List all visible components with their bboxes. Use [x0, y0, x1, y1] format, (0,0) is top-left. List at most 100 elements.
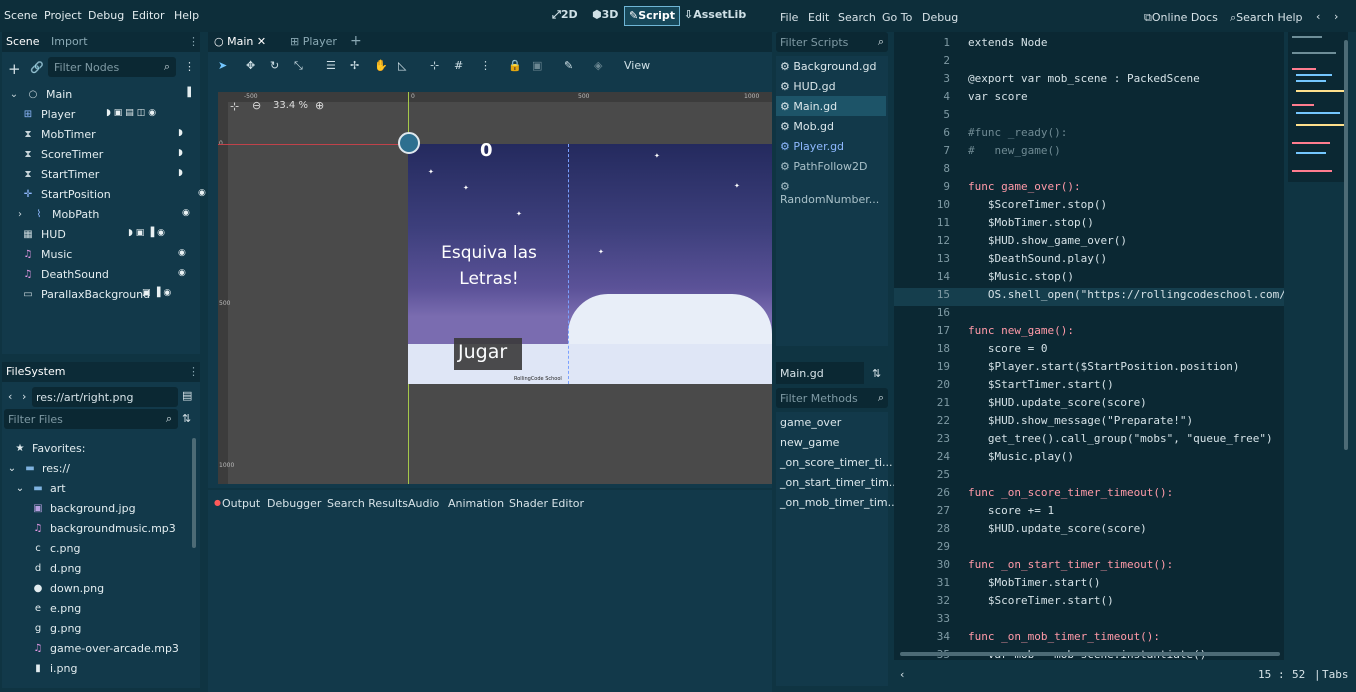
- select-tool-icon[interactable]: ➤: [218, 59, 227, 72]
- menu-search[interactable]: Search: [838, 11, 876, 24]
- list-tool-icon[interactable]: ☰: [326, 59, 336, 72]
- tab-animation[interactable]: Animation: [448, 497, 504, 510]
- menu-project[interactable]: Project: [44, 9, 82, 22]
- pan-tool-icon[interactable]: ✋: [374, 59, 388, 72]
- search-help-button[interactable]: ⌕Search Help: [1230, 11, 1303, 25]
- node-player[interactable]: ⊞ Player ◗▣▤◫◉: [22, 104, 156, 124]
- toggle-panel-icon[interactable]: ‹: [900, 668, 904, 681]
- menu-debug[interactable]: Debug: [922, 11, 958, 24]
- file-item[interactable]: ♫ backgroundmusic.mp3: [32, 522, 176, 535]
- snap-icon[interactable]: ⊹: [430, 59, 439, 72]
- script-item[interactable]: ⚙ Background.gd: [780, 60, 876, 73]
- menu-goto[interactable]: Go To: [882, 11, 912, 24]
- prev-script-icon[interactable]: ‹: [1316, 10, 1320, 23]
- add-node-icon[interactable]: +: [8, 60, 21, 78]
- zoom-level[interactable]: 33.4 %: [273, 100, 308, 111]
- node-mobtimer[interactable]: ⧗ MobTimer ◗: [22, 124, 182, 144]
- scene-options-icon[interactable]: ⋮: [184, 60, 195, 73]
- method-item[interactable]: game_over: [780, 416, 841, 429]
- zoom-out-icon[interactable]: ⊖: [252, 99, 261, 112]
- tab-player[interactable]: ⊞ Player: [290, 35, 337, 48]
- script-item[interactable]: ⚙ PathFollow2D: [780, 160, 868, 173]
- sort-icon[interactable]: ⇅: [872, 367, 881, 380]
- menu-help[interactable]: Help: [174, 9, 199, 22]
- rotate-tool-icon[interactable]: ↻: [270, 59, 279, 72]
- tab-search-results[interactable]: Search Results: [327, 497, 408, 510]
- script-item[interactable]: ⚙ Player.gd: [780, 140, 844, 153]
- tab-main[interactable]: ○ Main ✕: [214, 35, 266, 48]
- tab-import[interactable]: Import: [51, 35, 88, 48]
- menu-scene[interactable]: Scene: [4, 9, 38, 22]
- move-tool-icon[interactable]: ✥: [246, 59, 255, 72]
- more-icon[interactable]: ⋮: [480, 59, 491, 72]
- res-root-item[interactable]: ⌄ ▬ res://: [6, 462, 70, 475]
- close-icon[interactable]: ✕: [253, 35, 266, 48]
- forward-icon[interactable]: ›: [22, 390, 26, 403]
- zoom-in-icon[interactable]: ⊕: [315, 99, 324, 112]
- code-scrollbar[interactable]: [1344, 40, 1348, 450]
- file-item[interactable]: d d.png: [32, 562, 82, 575]
- group-icon[interactable]: ▣: [532, 59, 542, 72]
- tab-filesystem[interactable]: FileSystem: [6, 365, 65, 378]
- player-sprite[interactable]: [398, 132, 420, 154]
- mode-assetlib-button[interactable]: ⇩AssetLib: [680, 6, 750, 26]
- scene-canvas[interactable]: -500 0 500 1000 0 500 1000 ⊹ ⊖ 33.4 % ⊕ …: [218, 92, 772, 484]
- dock-menu-icon[interactable]: ⋮: [188, 365, 199, 378]
- code-minimap[interactable]: [1288, 32, 1348, 182]
- filter-scripts-input[interactable]: Filter Scripts ⌕: [776, 32, 888, 52]
- filter-files-input[interactable]: Filter Files ⌕: [4, 409, 178, 429]
- method-item[interactable]: new_game: [780, 436, 839, 449]
- node-starttimer[interactable]: ⧗ StartTimer ◗: [22, 164, 182, 184]
- node-music[interactable]: ♫ Music ◉: [22, 244, 186, 264]
- method-item[interactable]: _on_start_timer_tim...: [780, 476, 899, 489]
- bone-icon[interactable]: ✎: [564, 59, 573, 72]
- tab-scene[interactable]: Scene: [6, 35, 40, 48]
- favorites-item[interactable]: ★ Favorites:: [14, 442, 86, 455]
- menu-debug[interactable]: Debug: [88, 9, 124, 22]
- file-item[interactable]: ♫ game-over-arcade.mp3: [32, 642, 179, 655]
- center-view-icon[interactable]: ⊹: [230, 100, 239, 113]
- folder-art-item[interactable]: ⌄ ▬ art: [14, 482, 66, 495]
- code-editor[interactable]: 1 extends Node 2 3 @export var mob_scene : P…: [894, 32, 1284, 660]
- tab-audio[interactable]: Audio: [408, 497, 439, 510]
- menu-edit[interactable]: Edit: [808, 11, 829, 24]
- node-startposition[interactable]: ✛ StartPosition ◉: [22, 184, 206, 204]
- node-mobpath[interactable]: › ⌇ MobPath ◉: [14, 204, 190, 224]
- dock-menu-icon[interactable]: ⋮: [188, 35, 199, 48]
- ruler-tool-icon[interactable]: ◺: [398, 59, 406, 72]
- scale-tool-icon[interactable]: ⤡: [294, 59, 303, 73]
- script-icon[interactable]: ▐: [184, 88, 191, 98]
- mode-2d-button[interactable]: ⤢2D: [548, 6, 582, 26]
- tab-output[interactable]: Output: [222, 497, 260, 510]
- node-deathsound[interactable]: ♫ DeathSound ◉: [22, 264, 186, 284]
- horizontal-scrollbar[interactable]: [900, 652, 1280, 656]
- script-item[interactable]: ⚙ Mob.gd: [780, 120, 834, 133]
- file-item[interactable]: ● down.png: [32, 582, 105, 595]
- method-item[interactable]: _on_score_timer_ti...: [780, 456, 893, 469]
- online-docs-button[interactable]: ⧉Online Docs: [1144, 11, 1218, 25]
- lock-icon[interactable]: 🔒: [508, 59, 522, 72]
- add-tab-icon[interactable]: +: [350, 33, 362, 49]
- filter-methods-input[interactable]: Filter Methods ⌕: [776, 388, 888, 408]
- link-icon[interactable]: 🔗: [30, 61, 44, 74]
- node-parallaxbackground[interactable]: ▭ ParallaxBackground ▣▐◉: [22, 284, 171, 304]
- node-hud[interactable]: ▦ HUD ◗▣▐◉: [22, 224, 165, 244]
- node-main[interactable]: ⌄ ○ Main ▐: [8, 84, 191, 104]
- view-menu[interactable]: View: [624, 59, 650, 72]
- indent-mode[interactable]: Tabs: [1322, 668, 1349, 681]
- next-script-icon[interactable]: ›: [1334, 10, 1338, 23]
- menu-file[interactable]: File: [780, 11, 798, 24]
- grid-icon[interactable]: #: [454, 59, 463, 72]
- start-button[interactable]: Jugar: [454, 338, 522, 370]
- camera-icon[interactable]: ◈: [594, 59, 602, 72]
- script-item[interactable]: ⚙ RandomNumber...: [780, 180, 888, 206]
- path-field[interactable]: res://art/right.png: [32, 387, 178, 407]
- node-scoretimer[interactable]: ⧗ ScoreTimer ◗: [22, 144, 182, 164]
- tab-shader-editor[interactable]: Shader Editor: [509, 497, 584, 510]
- mode-script-button[interactable]: ✎Script: [624, 6, 680, 26]
- file-item[interactable]: e e.png: [32, 602, 81, 615]
- file-item[interactable]: g g.png: [32, 622, 82, 635]
- menu-editor[interactable]: Editor: [132, 9, 165, 22]
- sort-icon[interactable]: ⇅: [182, 412, 191, 425]
- layout-toggle-icon[interactable]: ▤: [182, 389, 192, 402]
